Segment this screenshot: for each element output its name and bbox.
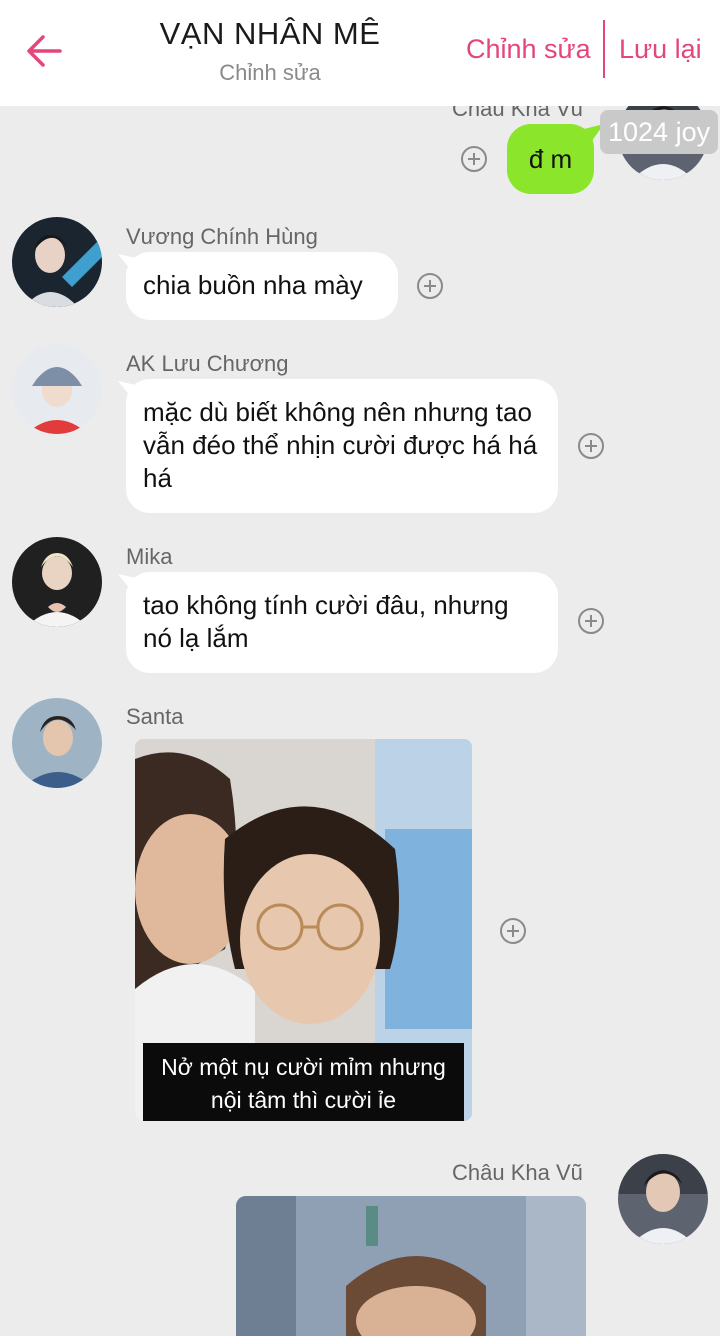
save-button[interactable]: Lưu lại xyxy=(619,34,702,65)
shared-image[interactable] xyxy=(236,1196,586,1336)
add-reaction-button[interactable] xyxy=(577,432,605,460)
back-button[interactable] xyxy=(22,28,68,74)
message-text: chia buồn nha mày xyxy=(143,270,363,300)
add-reaction-button[interactable] xyxy=(416,272,444,300)
avatar[interactable] xyxy=(12,537,102,627)
chat-title: VẠN NHÂN MÊ xyxy=(159,16,381,51)
avatar[interactable] xyxy=(12,344,102,434)
meme-caption-line: nội tâm thì cười ỉe xyxy=(210,1087,397,1113)
avatar[interactable] xyxy=(12,217,102,307)
edit-button[interactable]: Chỉnh sửa xyxy=(466,34,591,65)
sender-name: Mika xyxy=(126,544,173,569)
sender-name: Vương Chính Hùng xyxy=(126,224,318,249)
add-reaction-button[interactable] xyxy=(499,917,527,945)
message-bubble[interactable]: tao không tính cười đâu, nhưng nó lạ lắm xyxy=(126,572,558,673)
avatar[interactable] xyxy=(12,698,102,788)
shared-photo xyxy=(236,1196,586,1336)
plus-circle-icon xyxy=(578,608,604,634)
plus-circle-icon xyxy=(578,433,604,459)
message-text: tao không tính cười đâu, nhưng nó lạ lắm xyxy=(143,590,509,653)
message-bubble[interactable]: mặc dù biết không nên nhưng tao vẫn đéo … xyxy=(126,379,558,513)
plus-circle-icon xyxy=(461,146,487,172)
message-bubble[interactable]: đ m xyxy=(507,124,594,194)
meme-caption-line: Nở một nụ cười mỉm nhưng xyxy=(161,1054,446,1080)
message-text: mặc dù biết không nên nhưng tao vẫn đéo … xyxy=(143,397,538,493)
arrow-left-icon xyxy=(27,35,62,67)
avatar[interactable] xyxy=(618,1154,708,1244)
joy-badge: 1024 joy xyxy=(600,110,719,154)
add-reaction-button[interactable] xyxy=(460,145,488,173)
add-reaction-button[interactable] xyxy=(577,607,605,635)
chat-subtitle: Chỉnh sửa xyxy=(219,60,321,85)
plus-circle-icon xyxy=(417,273,443,299)
app-header: VẠN NHÂN MÊ Chỉnh sửa Chỉnh sửa Lưu lại xyxy=(0,0,720,106)
sender-name: Châu Kha Vũ xyxy=(452,1160,583,1185)
message-text: đ m xyxy=(528,144,573,174)
message-bubble[interactable]: chia buồn nha mày xyxy=(126,252,398,320)
header-divider xyxy=(603,20,605,78)
meme-image[interactable]: Nở một nụ cười mỉm nhưng nội tâm thì cườ… xyxy=(135,739,472,1121)
meme-caption: Nở một nụ cười mỉm nhưng nội tâm thì cườ… xyxy=(143,1043,464,1121)
sender-name: Santa xyxy=(126,704,184,729)
sender-name: AK Lưu Chương xyxy=(126,351,289,376)
plus-circle-icon xyxy=(500,918,526,944)
